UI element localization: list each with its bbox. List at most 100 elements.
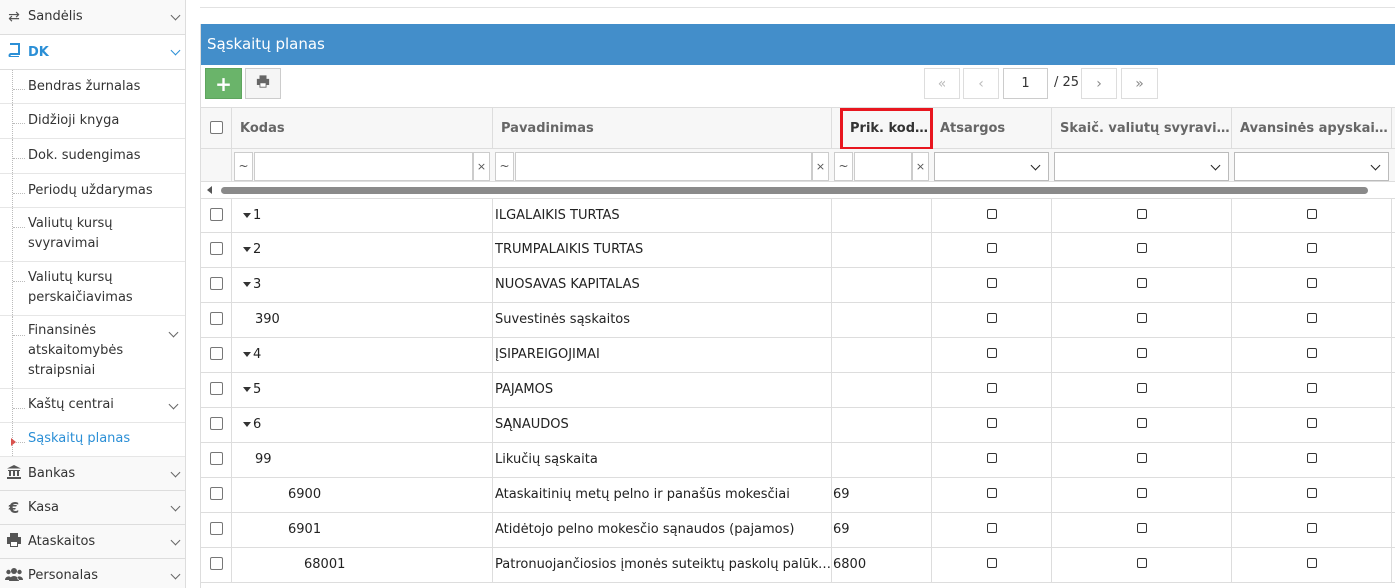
valiutu-svyravimai-checkbox[interactable]: [1136, 523, 1147, 533]
row-checkbox[interactable]: [210, 347, 223, 360]
kodas-filter-input[interactable]: [254, 152, 473, 181]
valiutu-svyravimai-checkbox[interactable]: [1136, 278, 1147, 288]
print-button[interactable]: [245, 68, 281, 99]
avansines-apyskaitos-checkbox[interactable]: [1306, 243, 1317, 253]
row-checkbox[interactable]: [210, 208, 223, 221]
table-row[interactable]: 6 SĄNAUDOS: [201, 408, 1395, 443]
atsargos-filter-select[interactable]: [934, 152, 1049, 181]
avansines-apyskaitos-checkbox[interactable]: [1306, 348, 1317, 358]
column-header-avansines-apyskaitos[interactable]: Avansinės apyskaitos: [1232, 108, 1392, 149]
atsargos-checkbox[interactable]: [986, 243, 997, 253]
avansines-apyskaitos-checkbox[interactable]: [1306, 383, 1317, 393]
expand-caret-icon[interactable]: [243, 213, 251, 218]
table-row[interactable]: 390 Suvestinės sąskaitos: [201, 303, 1395, 338]
next-page-button[interactable]: ›: [1081, 68, 1117, 99]
select-all-checkbox[interactable]: [210, 121, 223, 134]
expand-caret-icon[interactable]: [243, 387, 251, 392]
row-checkbox[interactable]: [210, 277, 223, 290]
column-header-valiutu-svyravimai[interactable]: Skaič. valiutų svyravim...: [1052, 108, 1232, 149]
sidebar-item-kastu-centrai[interactable]: Kaštų centrai: [0, 389, 185, 423]
sidebar-item-didzioji-knyga[interactable]: Didžioji knyga: [0, 104, 185, 139]
last-page-button[interactable]: »: [1121, 68, 1158, 99]
table-row[interactable]: 2 TRUMPALAIKIS TURTAS: [201, 233, 1395, 268]
row-checkbox[interactable]: [210, 557, 223, 570]
scrollbar-thumb[interactable]: [221, 187, 1368, 194]
scroll-left-icon[interactable]: [207, 186, 212, 194]
valiutu-svyravimai-checkbox[interactable]: [1136, 418, 1147, 428]
atsargos-checkbox[interactable]: [986, 453, 997, 463]
sidebar-item-periodu-uzdarymas[interactable]: Periodų uždarymas: [0, 174, 185, 208]
sidebar-item-valiutu-kursu-svyravimai[interactable]: Valiutų kursų svyravimai: [0, 208, 185, 262]
atsargos-checkbox[interactable]: [986, 523, 997, 533]
avansines-apyskaitos-checkbox[interactable]: [1306, 313, 1317, 323]
sidebar-item-ataskaitos[interactable]: Ataskaitos: [0, 525, 185, 559]
sidebar-item-saskaitu-planas[interactable]: Sąskaitų planas: [0, 423, 185, 457]
prik-kodas-filter-input[interactable]: [854, 152, 912, 181]
row-checkbox[interactable]: [210, 487, 223, 500]
row-checkbox[interactable]: [210, 242, 223, 255]
pavadinimas-filter-operator[interactable]: ~: [495, 152, 514, 181]
atsargos-checkbox[interactable]: [986, 488, 997, 498]
valiutu-svyravimai-checkbox[interactable]: [1136, 558, 1147, 568]
table-row[interactable]: 3 NUOSAVAS KAPITALAS: [201, 268, 1395, 303]
expand-caret-icon[interactable]: [243, 247, 251, 252]
avansines-apyskaitos-checkbox[interactable]: [1306, 209, 1317, 219]
atsargos-checkbox[interactable]: [986, 558, 997, 568]
prik-kodas-filter-clear-icon[interactable]: ×: [912, 152, 929, 181]
expand-caret-icon[interactable]: [243, 422, 251, 427]
valiutu-svyravimai-checkbox[interactable]: [1136, 209, 1147, 219]
atsargos-checkbox[interactable]: [986, 348, 997, 358]
kodas-filter-clear-icon[interactable]: ×: [473, 152, 490, 181]
pavadinimas-filter-clear-icon[interactable]: ×: [812, 152, 829, 181]
horizontal-scrollbar[interactable]: [201, 183, 1395, 197]
row-checkbox[interactable]: [210, 312, 223, 325]
table-row[interactable]: 99 Likučių sąskaita: [201, 443, 1395, 478]
valiutu-svyravimai-checkbox[interactable]: [1136, 383, 1147, 393]
atsargos-checkbox[interactable]: [986, 418, 997, 428]
atsargos-checkbox[interactable]: [986, 383, 997, 393]
first-page-button[interactable]: «: [924, 68, 960, 99]
avansines-apyskaitos-filter-select[interactable]: [1234, 152, 1389, 181]
kodas-filter-operator[interactable]: ~: [234, 152, 253, 181]
expand-caret-icon[interactable]: [243, 282, 251, 287]
table-row[interactable]: 4 ĮSIPAREIGOJIMAI: [201, 338, 1395, 373]
sidebar-item-dok-sudengimas[interactable]: Dok. sudengimas: [0, 139, 185, 174]
column-header-pavadinimas[interactable]: Pavadinimas: [493, 108, 832, 149]
expand-caret-icon[interactable]: [243, 352, 251, 357]
row-checkbox[interactable]: [210, 522, 223, 535]
sidebar-item-personalas[interactable]: Personalas: [0, 559, 185, 588]
avansines-apyskaitos-checkbox[interactable]: [1306, 418, 1317, 428]
table-row[interactable]: 6901 Atidėtojo pelno mokesčio sąnaudos (p…: [201, 513, 1395, 548]
valiutu-svyravimai-filter-select[interactable]: [1054, 152, 1229, 181]
table-row[interactable]: 6900 Ataskaitinių metų pelno ir panašūs m…: [201, 478, 1395, 513]
row-checkbox[interactable]: [210, 417, 223, 430]
row-checkbox[interactable]: [210, 382, 223, 395]
valiutu-svyravimai-checkbox[interactable]: [1136, 243, 1147, 253]
avansines-apyskaitos-checkbox[interactable]: [1306, 523, 1317, 533]
sidebar-item-dk[interactable]: DK: [0, 35, 185, 70]
column-header-atsargos[interactable]: Atsargos: [932, 108, 1052, 149]
column-header-kodas[interactable]: Kodas: [232, 108, 493, 149]
atsargos-checkbox[interactable]: [986, 278, 997, 288]
valiutu-svyravimai-checkbox[interactable]: [1136, 453, 1147, 463]
sidebar-item-bankas[interactable]: Bankas: [0, 457, 185, 491]
valiutu-svyravimai-checkbox[interactable]: [1136, 348, 1147, 358]
avansines-apyskaitos-checkbox[interactable]: [1306, 488, 1317, 498]
page-number-input[interactable]: [1003, 68, 1048, 99]
sidebar-item-finansines-atskaitomybes[interactable]: Finansinės atskaitomybės straipsniai: [0, 316, 185, 389]
table-row[interactable]: 68001 Patronuojančiosios įmonės suteiktų …: [201, 548, 1395, 583]
valiutu-svyravimai-checkbox[interactable]: [1136, 313, 1147, 323]
table-row[interactable]: 5 PAJAMOS: [201, 373, 1395, 408]
add-button[interactable]: +: [205, 68, 242, 99]
atsargos-checkbox[interactable]: [986, 209, 997, 219]
sidebar-item-kasa[interactable]: € Kasa: [0, 491, 185, 525]
pavadinimas-filter-input[interactable]: [515, 152, 812, 181]
avansines-apyskaitos-checkbox[interactable]: [1306, 278, 1317, 288]
valiutu-svyravimai-checkbox[interactable]: [1136, 488, 1147, 498]
table-row[interactable]: 1 ILGALAIKIS TURTAS: [201, 198, 1395, 233]
prev-page-button[interactable]: ‹: [963, 68, 999, 99]
prik-kodas-filter-operator[interactable]: ~: [834, 152, 853, 181]
avansines-apyskaitos-checkbox[interactable]: [1306, 453, 1317, 463]
sidebar-item-sandelis[interactable]: ⇄ Sandėlis: [0, 0, 185, 35]
sidebar-item-valiutu-kursu-perskaiciavimas[interactable]: Valiutų kursų perskaičiavimas: [0, 262, 185, 316]
